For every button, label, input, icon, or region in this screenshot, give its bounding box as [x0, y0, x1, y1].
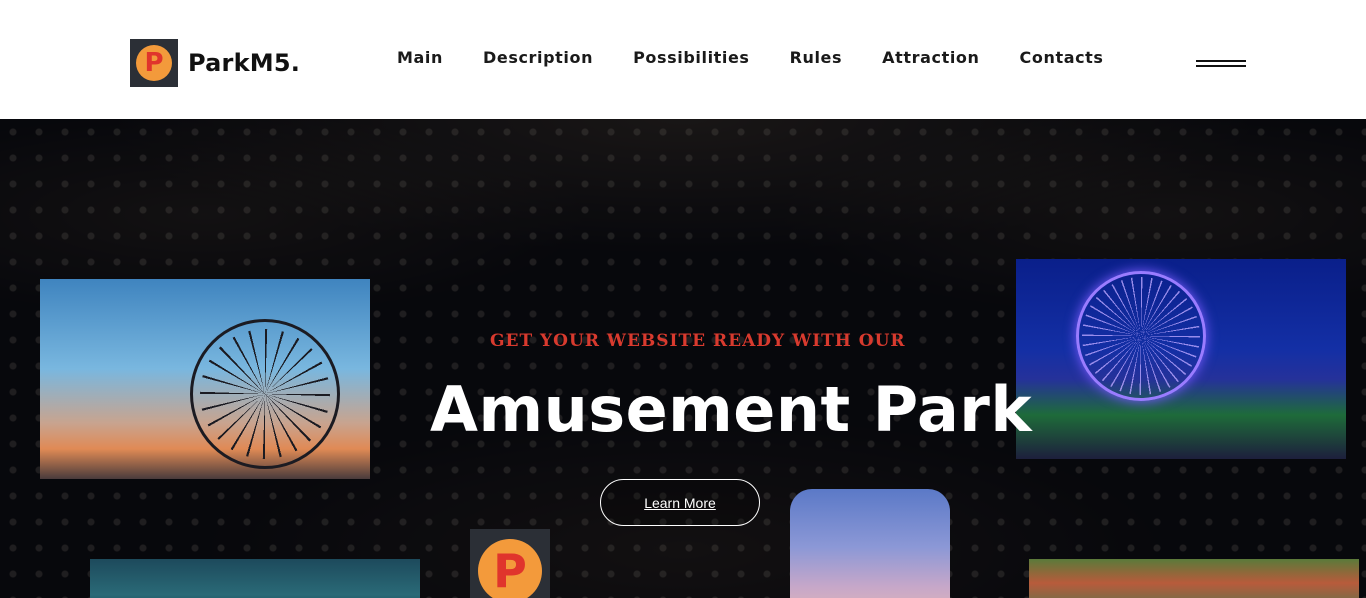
carousel-ride-photo [90, 559, 420, 598]
main-nav: Main Description Possibilities Rules Att… [397, 48, 1144, 67]
hamburger-menu-icon[interactable] [1196, 58, 1248, 70]
park-aerial-photo [1029, 559, 1359, 598]
logo-icon: P [130, 39, 178, 87]
logo-letter: P [144, 48, 164, 78]
hero-title: Amusement Park [430, 373, 1033, 446]
logo-tile-photo: P [470, 529, 550, 598]
brand-name: ParkM5. [188, 49, 301, 77]
brand-logo[interactable]: P ParkM5. [130, 39, 300, 87]
nav-item-attraction[interactable]: Attraction [882, 48, 979, 67]
nav-item-possibilities[interactable]: Possibilities [633, 48, 749, 67]
nav-item-rules[interactable]: Rules [790, 48, 843, 67]
ferris-wheel-silhouette [190, 319, 340, 469]
ferris-wheel-night-photo [1016, 259, 1346, 459]
nav-item-description[interactable]: Description [483, 48, 593, 67]
logo-tile-letter: P [493, 544, 527, 598]
nav-item-main[interactable]: Main [397, 48, 443, 67]
hero-section: P GET YOUR WEBSITE READY WITH OUR Amusem… [0, 119, 1366, 598]
site-header: P ParkM5. Main Description Possibilities… [0, 0, 1366, 119]
ferris-wheel-sunset-photo [40, 279, 370, 479]
nav-item-contacts[interactable]: Contacts [1020, 48, 1104, 67]
roller-coaster-photo [790, 489, 950, 598]
neon-ferris-wheel [1076, 271, 1206, 401]
hero-kicker: GET YOUR WEBSITE READY WITH OUR [490, 331, 906, 351]
learn-more-button[interactable]: Learn More [600, 479, 760, 526]
menu-bar-top [1196, 60, 1246, 62]
menu-bar-bottom [1196, 65, 1246, 67]
